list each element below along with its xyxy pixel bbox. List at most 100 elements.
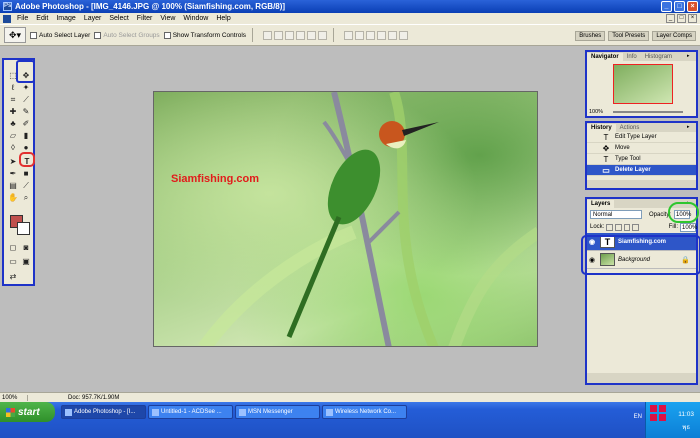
distribute-middle-icon[interactable] — [355, 30, 365, 40]
task-button[interactable]: Untitled-1 - ACDSee ... — [148, 405, 233, 419]
menu-edit[interactable]: Edit — [32, 15, 52, 22]
blend-mode-select[interactable]: Normal — [590, 210, 642, 219]
align-bottom-icon[interactable] — [285, 30, 295, 40]
crop-tool-icon[interactable]: ⌗ — [7, 94, 19, 105]
align-top-icon[interactable] — [263, 30, 273, 40]
navigator-palette: Navigator Info Histogram ▸ 100% — [585, 50, 698, 118]
tab-histogram[interactable]: Histogram — [641, 53, 676, 61]
clone-stamp-tool-icon[interactable]: ♣ — [7, 118, 19, 129]
menu-window[interactable]: Window — [179, 15, 212, 22]
gradient-tool-icon[interactable]: ▮ — [20, 130, 32, 141]
lock-image-icon[interactable] — [614, 223, 622, 231]
healing-brush-tool-icon[interactable]: ✚ — [7, 106, 19, 117]
canvas-image[interactable] — [153, 91, 538, 347]
lock-position-icon[interactable] — [623, 223, 631, 231]
distribute-bottom-icon[interactable] — [366, 30, 376, 40]
tray-app-icon[interactable] — [650, 405, 657, 412]
tray-app-icon[interactable] — [650, 414, 657, 421]
menu-layer[interactable]: Layer — [80, 15, 106, 22]
lock-all-icon[interactable] — [632, 223, 639, 231]
tool-preset-picker[interactable]: ✥▾ — [4, 27, 26, 43]
pen-tool-icon[interactable]: ✒ — [7, 168, 19, 179]
brush-tool-icon[interactable]: ✎ — [20, 106, 32, 117]
task-button[interactable]: MSN Messenger — [235, 405, 320, 419]
menu-filter[interactable]: Filter — [133, 15, 157, 22]
palette-menu-icon[interactable]: ▸ — [687, 124, 694, 130]
tray-app-icon[interactable] — [659, 405, 666, 412]
blur-tool-icon[interactable]: ◊ — [7, 142, 19, 153]
doc-close-button[interactable]: × — [688, 14, 697, 23]
eraser-tool-icon[interactable]: ▱ — [7, 130, 19, 141]
tab-navigator[interactable]: Navigator — [587, 53, 623, 61]
tab-layers[interactable]: Layers — [587, 200, 615, 208]
tab-info[interactable]: Info — [623, 53, 641, 61]
path-selection-tool-icon[interactable]: ➤ — [7, 156, 19, 167]
navigator-zoom-slider[interactable] — [613, 111, 683, 113]
menu-image[interactable]: Image — [52, 15, 79, 22]
slice-tool-icon[interactable]: ⟋ — [20, 94, 32, 105]
palette-well-tab-tool-presets[interactable]: Tool Presets — [608, 31, 650, 41]
history-brush-tool-icon[interactable]: ✐ — [20, 118, 32, 129]
task-button[interactable]: Wireless Network Co... — [322, 405, 407, 419]
navigator-thumbnail[interactable] — [613, 64, 673, 104]
doc-minimize-button[interactable]: _ — [666, 14, 675, 23]
move-tool-highlight — [16, 60, 35, 83]
history-item[interactable]: T Type Tool — [587, 154, 696, 165]
menu-view[interactable]: View — [156, 15, 179, 22]
lasso-tool-icon[interactable]: ℓ — [7, 82, 19, 93]
language-indicator[interactable]: EN — [634, 414, 642, 420]
notes-tool-icon[interactable]: ▤ — [7, 180, 19, 191]
distribute-top-icon[interactable] — [344, 30, 354, 40]
history-item[interactable]: ✥ Move — [587, 143, 696, 154]
menu-select[interactable]: Select — [105, 15, 132, 22]
distribute-center-icon[interactable] — [388, 30, 398, 40]
fill-field[interactable]: 100% — [680, 222, 697, 232]
tab-actions[interactable]: Actions — [616, 124, 644, 132]
task-button[interactable]: Adobe Photoshop - [I... — [61, 405, 146, 419]
minimize-button[interactable]: _ — [661, 1, 672, 12]
zoom-tool-icon[interactable]: ⌕ — [20, 192, 32, 203]
align-center-icon[interactable] — [307, 30, 317, 40]
auto-select-layer-checkbox[interactable]: Auto Select Layer — [30, 31, 90, 39]
quick-mask-icon[interactable]: ◙ — [20, 242, 32, 253]
hand-tool-icon[interactable]: ✋ — [7, 192, 19, 203]
start-button[interactable]: start — [0, 402, 55, 422]
menu-help[interactable]: Help — [212, 15, 234, 22]
lock-transparent-icon[interactable] — [606, 223, 613, 231]
navigator-zoom[interactable]: 100% — [589, 109, 603, 115]
document-icon[interactable] — [3, 14, 11, 23]
shape-tool-icon[interactable]: ■ — [20, 168, 32, 179]
tab-history[interactable]: History — [587, 124, 616, 132]
checkbox-icon — [30, 31, 37, 39]
align-right-icon[interactable] — [318, 30, 328, 40]
distribute-right-icon[interactable] — [399, 30, 409, 40]
align-middle-icon[interactable] — [274, 30, 284, 40]
layers-highlight — [581, 235, 700, 275]
eyedropper-tool-icon[interactable]: ⟋ — [20, 180, 32, 191]
clock[interactable]: 11:03 — [678, 411, 694, 418]
align-left-icon[interactable] — [296, 30, 306, 40]
jump-to-imageready-icon[interactable]: ⇄ — [7, 271, 19, 282]
screen-mode-icon[interactable]: ▭ — [7, 256, 19, 267]
magic-wand-tool-icon[interactable]: ✦ — [20, 82, 32, 93]
palette-well-tab-brushes[interactable]: Brushes — [575, 31, 606, 41]
palette-well-tab-layer-comps[interactable]: Layer Comps — [652, 31, 696, 41]
distribute-left-icon[interactable] — [377, 30, 387, 40]
history-item-selected[interactable]: ▭ Delete Layer — [587, 165, 696, 176]
document-window-controls: _ □ × — [666, 14, 697, 23]
status-doc-size[interactable]: Doc: 957.7K/1.90M — [28, 395, 119, 401]
tray-app-icon[interactable] — [659, 414, 666, 421]
standard-mode-icon[interactable]: ◻ — [7, 242, 19, 253]
maximize-button[interactable]: □ — [674, 1, 685, 12]
close-button[interactable]: × — [687, 1, 698, 12]
palette-menu-icon[interactable]: ▸ — [687, 53, 694, 59]
menu-file[interactable]: File — [13, 15, 32, 22]
full-screen-mode-icon[interactable]: ▣ — [20, 256, 32, 267]
doc-restore-button[interactable]: □ — [677, 14, 686, 23]
history-item[interactable]: T Edit Type Layer — [587, 132, 696, 143]
tray-icons — [650, 405, 670, 421]
background-color-swatch[interactable] — [17, 222, 30, 235]
status-zoom[interactable]: 100% — [0, 394, 28, 401]
divider — [252, 28, 254, 42]
show-transform-controls-checkbox[interactable]: Show Transform Controls — [163, 31, 246, 39]
